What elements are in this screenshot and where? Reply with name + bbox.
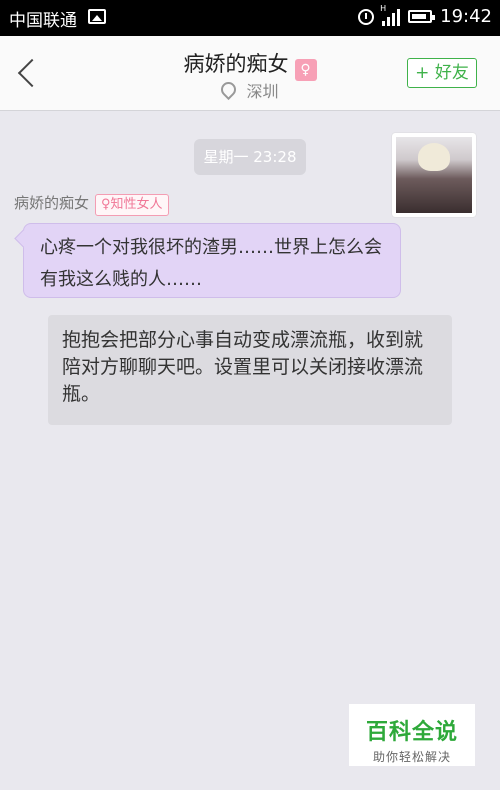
location-pin-icon [218,78,240,101]
sender-info: 病娇的痴女 ♀知性女人 [14,192,169,216]
sender-tag: ♀知性女人 [95,194,169,216]
watermark-logo: 百科全说 助你轻松解决 [349,704,475,766]
chat-title: 病娇的痴女 [183,52,289,76]
watermark-title: 百科全说 [365,720,458,745]
clock: 19:42 [440,6,492,27]
status-bar: 中国联通 H 19:42 [0,0,500,36]
avatar-image [396,137,472,213]
image-notification-icon [88,9,106,24]
system-notice: 抱抱会把部分心事自动变成漂流瓶，收到就陪对方聊聊天吧。设置里可以关闭接收漂流瓶。 [48,315,452,425]
carrier-label: 中国联通 [9,11,77,31]
add-friend-button[interactable]: + 好友 [407,58,477,88]
avatar[interactable] [392,133,476,217]
battery-icon [408,10,436,23]
alarm-icon [358,8,375,25]
location-label: 深圳 [246,82,279,101]
signal-icon: H [380,4,401,26]
chat-header: 病娇的痴女 ♀ 深圳 + 好友 [0,36,500,111]
message-timestamp: 星期一 23:28 [194,139,306,175]
watermark-subtitle: 助你轻松解决 [372,750,451,764]
sender-name: 病娇的痴女 [14,194,90,212]
incoming-message-bubble[interactable]: 心疼一个对我很坏的渣男……世界上怎么会有我这么贱的人…… [23,223,401,298]
